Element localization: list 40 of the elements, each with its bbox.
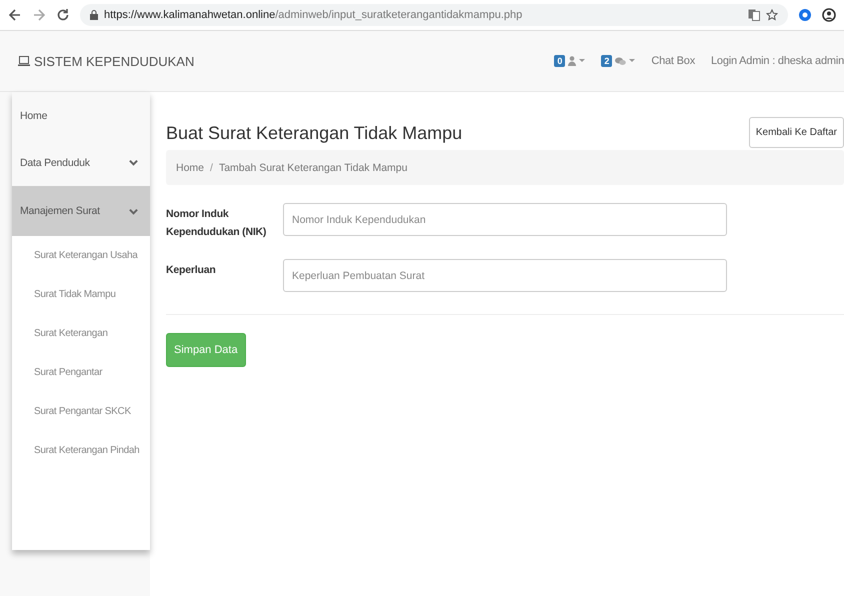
submenu-item[interactable]: Surat Keterangan Pindah bbox=[12, 431, 150, 470]
caret-icon bbox=[579, 59, 586, 63]
nav-link[interactable]: Chat Box bbox=[651, 55, 695, 67]
translate-icon[interactable] bbox=[748, 9, 760, 21]
submenu-item[interactable]: Surat Pengantar bbox=[12, 353, 150, 392]
page-title: Buat Surat Keterangan Tidak Mampu bbox=[166, 123, 462, 144]
sidebar-item[interactable]: Home bbox=[12, 92, 150, 139]
nav-link[interactable]: Login Admin : dheska admin bbox=[711, 55, 844, 67]
chat-bubbles-icon bbox=[615, 56, 626, 66]
submenu-item[interactable]: Surat Keterangan bbox=[12, 314, 150, 353]
chevron-down-icon bbox=[129, 206, 138, 216]
caret-icon bbox=[629, 59, 636, 63]
sidebar-item[interactable]: Manajemen Surat bbox=[12, 186, 150, 236]
input-field[interactable]: Keperluan Pembuatan Surat bbox=[283, 259, 727, 292]
submenu-item[interactable]: Surat Pengantar SKCK bbox=[12, 392, 150, 431]
breadcrumb-item[interactable]: Home bbox=[176, 162, 204, 174]
submenu-item[interactable]: Surat Tidak Mampu bbox=[12, 275, 150, 314]
breadcrumb-item: Tambah Surat Keterangan Tidak Mampu bbox=[218, 162, 408, 174]
submenu-item[interactable]: Surat Keterangan Usaha bbox=[12, 236, 150, 275]
account-icon[interactable] bbox=[822, 8, 836, 22]
save-button[interactable]: Simpan Data bbox=[166, 333, 246, 367]
back-arrow-icon[interactable] bbox=[8, 8, 22, 22]
input-field[interactable]: Nomor Induk Kependudukan bbox=[283, 203, 727, 236]
sidebar-item[interactable]: Data Penduduk bbox=[12, 139, 150, 186]
lock-icon bbox=[90, 10, 98, 20]
message-dropdown[interactable]: 2 bbox=[601, 55, 636, 67]
breadcrumb-separator: / bbox=[210, 162, 213, 174]
url-text: https://www.kalimanahwetan.online/adminweb/input_suratketerangantidakmampu.php bbox=[104, 9, 524, 21]
brand-title[interactable]: SISTEM KEPENDUDUKAN bbox=[34, 54, 194, 68]
user-icon bbox=[568, 56, 576, 66]
extension-icon[interactable] bbox=[798, 8, 812, 22]
user-dropdown[interactable]: 0 bbox=[554, 55, 586, 67]
reload-icon[interactable] bbox=[56, 8, 70, 22]
field-label: Keperluan bbox=[166, 263, 217, 278]
laptop-icon bbox=[18, 56, 30, 66]
field-label: Nomor Induk Kependudukan (NIK) bbox=[166, 207, 268, 240]
star-icon[interactable] bbox=[766, 9, 778, 21]
chevron-down-icon bbox=[129, 158, 138, 167]
address-bar[interactable]: https://www.kalimanahwetan.online/adminweb/input_suratketerangantidakmampu.php bbox=[80, 4, 788, 26]
back-to-list-button[interactable]: Kembali Ke Daftar bbox=[748, 117, 844, 148]
